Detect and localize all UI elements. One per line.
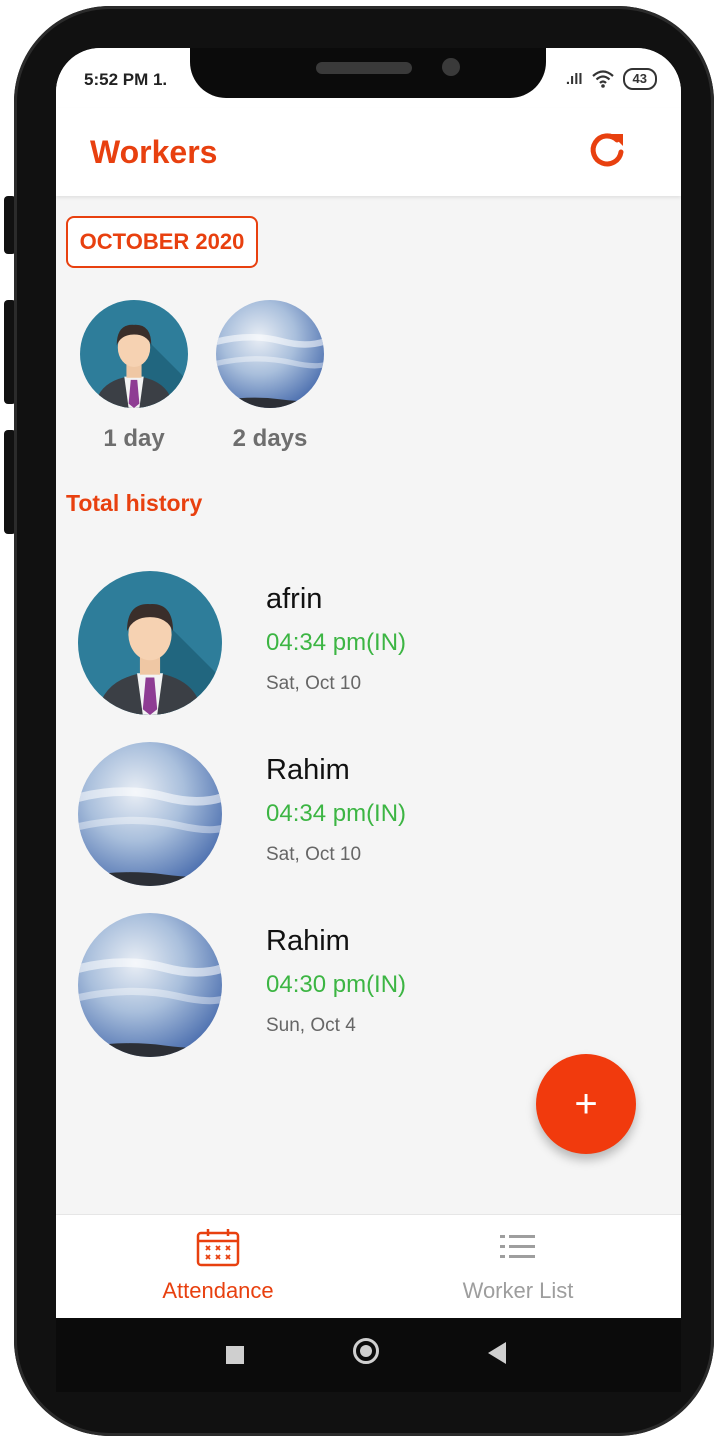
tab-worker-list-label: Worker List: [462, 1278, 574, 1303]
tab-worker-list[interactable]: Worker List: [388, 1227, 648, 1304]
list-icon: [500, 1235, 535, 1258]
worker-name: afrin: [266, 583, 323, 615]
history-row[interactable]: afrin 04:34 pm(IN) Sat, Oct 10: [78, 571, 638, 717]
summary-item[interactable]: 1 day: [80, 300, 188, 453]
summary-days-label: 1 day: [103, 425, 165, 452]
worker-name: Rahim: [266, 754, 350, 786]
check-in-time: 04:30 pm(IN): [266, 971, 407, 998]
system-navigation-bar: [56, 1318, 681, 1392]
status-time: 5:52 PM 1.: [84, 70, 168, 89]
history-row[interactable]: Rahim 04:30 pm(IN) Sun, Oct 4: [78, 913, 638, 1059]
check-in-date: Sun, Oct 4: [266, 1015, 356, 1036]
section-title: Total history: [66, 490, 203, 516]
check-in-time: 04:34 pm(IN): [266, 800, 407, 827]
add-button[interactable]: +: [536, 1054, 636, 1154]
check-in-date: Sat, Oct 10: [266, 673, 362, 694]
status-icons: .ıll 43: [566, 68, 657, 90]
month-filter-label: OCTOBER 2020: [79, 229, 245, 254]
app-screen: 5:52 PM 1. .ıll 43 Workers OCTOBER 2020: [56, 48, 681, 1392]
summary-days-label: 2 days: [232, 425, 308, 452]
month-filter-button[interactable]: OCTOBER 2020: [66, 216, 258, 268]
sky-photo-avatar-icon: [78, 742, 222, 886]
bottom-navigation: Attendance Worker List: [56, 1214, 681, 1319]
worker-name: Rahim: [266, 925, 350, 957]
wifi-icon: [591, 70, 614, 88]
tab-attendance-label: Attendance: [162, 1278, 274, 1303]
check-in-time: 04:34 pm(IN): [266, 629, 407, 656]
person-avatar-icon: [80, 300, 188, 408]
refresh-icon[interactable]: [585, 128, 629, 172]
history-row[interactable]: Rahim 04:34 pm(IN) Sat, Oct 10: [78, 742, 638, 888]
phone-notch: [190, 48, 546, 98]
home-icon[interactable]: [353, 1338, 379, 1364]
check-in-date: Sat, Oct 10: [266, 844, 362, 865]
sky-photo-avatar-icon: [216, 300, 324, 408]
recent-apps-icon[interactable]: [226, 1346, 244, 1364]
page-title: Workers: [90, 134, 218, 170]
camera-lens: [442, 58, 460, 76]
plus-icon: +: [574, 1081, 598, 1126]
signal-icon: .ıll: [565, 70, 583, 88]
tab-attendance[interactable]: Attendance: [88, 1227, 348, 1304]
person-avatar-icon: [78, 571, 222, 715]
back-icon[interactable]: [488, 1342, 506, 1364]
battery-indicator: 43: [622, 68, 657, 90]
sky-photo-avatar-icon: [78, 913, 222, 1057]
app-bar: Workers: [56, 108, 681, 196]
summary-item[interactable]: 2 days: [216, 300, 324, 453]
speaker-grille: [316, 62, 412, 74]
calendar-icon: [196, 1229, 240, 1267]
